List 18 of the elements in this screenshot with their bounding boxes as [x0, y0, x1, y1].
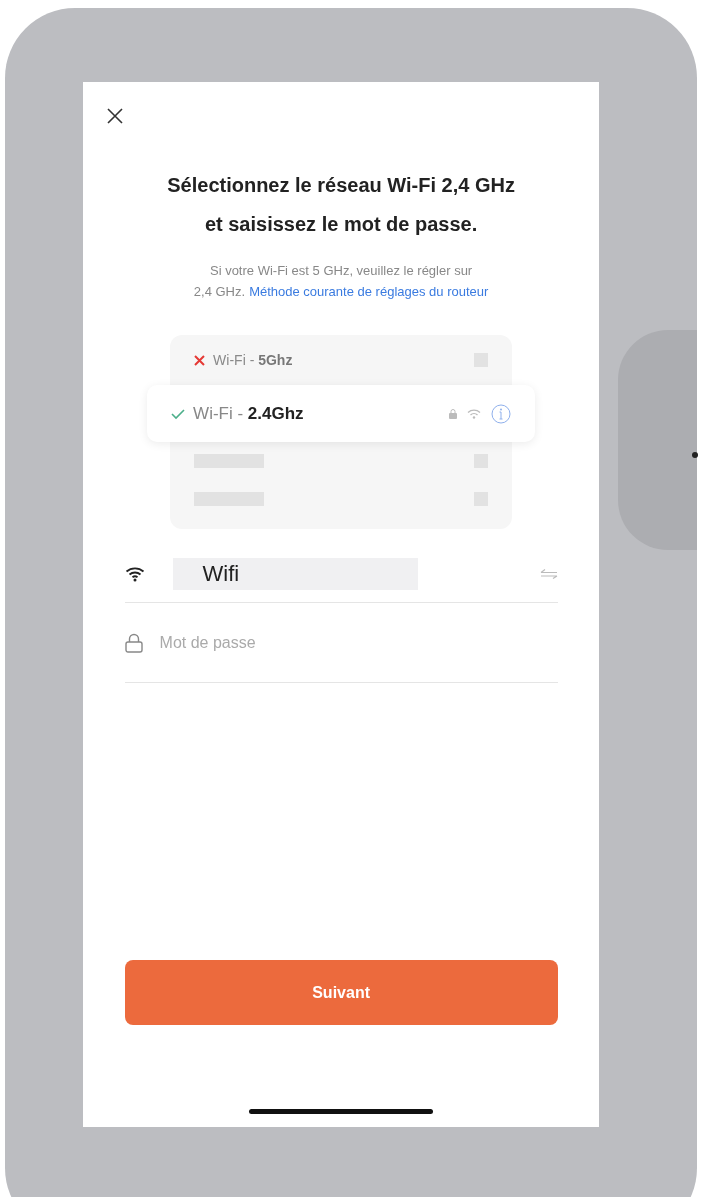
wifi-icon — [124, 565, 145, 582]
lock-icon — [124, 632, 143, 653]
network-name: Wi-Fi - 2.4Ghz — [193, 402, 304, 425]
check-icon — [171, 407, 186, 420]
wifi-name-field[interactable]: Wifi — [172, 557, 418, 590]
next-button[interactable]: Suivant — [124, 960, 558, 1025]
wifi-icon — [467, 408, 482, 419]
lock-icon — [449, 408, 458, 419]
password-field[interactable]: Mot de passe — [159, 630, 558, 655]
hint-text: Si votre Wi-Fi est 5 GHz, veuillez le régler sur — [209, 262, 473, 280]
network-name: Wi-Fi - 5Ghz — [213, 350, 293, 370]
close-icon — [107, 108, 123, 124]
info-icon — [491, 403, 512, 424]
hint-text: 2,4 GHz. — [193, 283, 246, 301]
page-title: Sélectionnez le réseau Wi-Fi 2,4 GHz — [167, 173, 515, 198]
page-title: et saisissez le mot de passe. — [204, 212, 478, 237]
switch-arrows-icon[interactable] — [539, 568, 558, 579]
router-settings-link[interactable]: Méthode courante de réglages du routeur — [249, 281, 489, 302]
